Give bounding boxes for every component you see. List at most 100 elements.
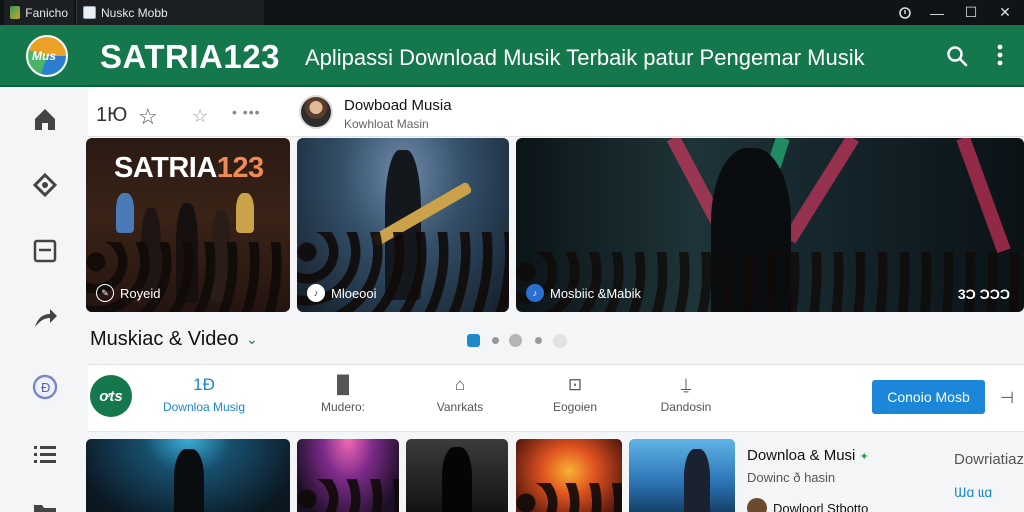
sidebar-item-home[interactable] [30,104,60,134]
window-tab-1[interactable]: Fanicho [4,0,74,25]
cta-button[interactable]: Conoio Mosb [872,380,985,414]
banner-caption-1: ✎ Royeid [96,284,160,302]
banner-title-main: SATRIA [114,152,217,184]
tab-mudero[interactable]: ▐▌ Mudero: [298,375,388,414]
stage-light [956,138,1011,254]
tab-label: Dandosin [660,400,712,414]
minimize-button[interactable]: — [922,0,952,25]
user-name: Dowloorl Stbotto [773,500,869,512]
banner-card-2[interactable]: ♪ Mloeooi [297,138,509,312]
tab-eogoien[interactable]: ⊡ Eogoien [530,375,620,414]
banner-caption-text: Royeid [120,285,161,301]
banner-caption-2: ♪ Mloeooi [307,284,377,302]
download-icon: 1Ð [193,375,215,394]
window-tab-2[interactable]: Nuskc Mobb [76,0,264,25]
maximize-icon: ☐ [964,4,978,20]
maximize-button[interactable]: ☐ [956,0,986,25]
pagination-dot-active[interactable] [467,334,480,347]
coin-icon: Ð [32,374,58,400]
tab-label: Vanrkats [436,400,484,414]
side-right-label[interactable]: Dowriatiaz [954,451,1024,468]
home-icon [35,109,55,130]
more-dots-icon[interactable]: • ••• [232,104,261,120]
channel-avatar[interactable]: ơts [90,375,132,417]
close-icon: ✕ [999,4,1011,20]
banner-card-3[interactable]: ♪ Mosbiic &Mabik 3Ɔ ƆƆƆ [516,138,1024,312]
profile-title[interactable]: Dowboad Musia [344,97,452,114]
banner-caption-text: Mosbiic &Mabik [550,285,642,301]
crowd-silhouette [297,479,399,512]
sidebar-item-share[interactable] [30,303,60,333]
tab-dandosin[interactable]: ⍊ Dandosin [641,375,731,414]
media-icon: ⊡ [567,375,583,394]
header-search-button[interactable] [946,45,968,72]
banner-caption-text: Mloeooi [331,285,377,301]
performer-figure [684,449,710,512]
slider-icon[interactable]: ⊣ [1000,388,1014,408]
title-bar: Fanicho Nuskc Mobb — ☐ ✕ [0,0,1024,25]
home-outline-icon: ⌂ [454,375,466,394]
more-menu-button[interactable] [996,43,1006,72]
side-card-title-text: Downloa & Musi [747,447,856,464]
sidebar-item-folder[interactable] [30,497,60,512]
kebab-menu-icon [997,44,1003,66]
document-tab-icon [83,6,96,19]
tab-vanrkats[interactable]: ⌂ Vanrkats [415,375,505,414]
sidebar-item-coins[interactable]: Ð [30,372,60,402]
side-card-subtitle: Dowinc ð hasin [747,470,836,485]
app-window: Fanicho Nuskc Mobb — ☐ ✕ Mus SATRIA123 A… [0,0,1024,512]
stage-light [783,138,859,244]
rating-star-icon[interactable]: ☆ [192,106,208,127]
chevron-down-icon[interactable]: ⌄ [246,331,258,348]
music-badge-icon: ♪ [526,284,544,302]
banner-caption-3: ♪ Mosbiic &Mabik [526,284,641,302]
pagination-dot[interactable] [509,334,522,347]
pagination-dot[interactable] [535,337,542,344]
pagination-dot[interactable] [492,337,499,344]
close-button[interactable]: ✕ [990,0,1020,25]
sidebar-item-explore[interactable] [30,170,60,200]
tab-label: Mudero: [320,400,366,414]
section-title[interactable]: Muskiac & Video [90,328,239,351]
brand-title: SATRIA123 [100,38,280,75]
thumbnail-3[interactable] [406,439,508,512]
side-card-title[interactable]: Downloa & Musi ✦ [747,447,869,464]
logo-text: Mus [32,49,56,63]
explore-icon [32,172,58,198]
share-icon [35,309,57,327]
toolbar-number[interactable]: 1Ю [96,104,127,127]
performer-figure [442,447,472,512]
favorite-star-icon[interactable]: ☆ [138,104,158,130]
search-icon [947,46,968,67]
sidebar-item-list[interactable] [30,440,60,470]
banner-card-1[interactable]: SATRIA123 ✎ Royeid [86,138,290,312]
app-tab-icon [10,6,21,19]
tab-download-music[interactable]: 1Ð Downloa Musig [159,375,249,414]
banner-title-accent: 123 [216,152,264,184]
tab-2-title: Nuskc Mobb [101,5,168,20]
profile-avatar[interactable] [299,95,333,129]
app-header: Mus SATRIA123 Aplipassi Download Musik T… [0,25,1024,87]
top-toolbar [88,87,1024,137]
search-icon [899,6,911,19]
sidebar-item-library[interactable] [30,236,60,266]
chart-icon: ▐▌ [330,375,356,394]
thumbnail-5[interactable] [629,439,735,512]
crowd-silhouette [516,483,622,512]
thumbnail-2[interactable] [297,439,399,512]
window-search-button[interactable] [890,0,920,25]
library-icon [33,239,57,263]
minimize-icon: — [930,4,944,21]
verified-leaf-icon: ✦ [859,451,869,463]
app-logo[interactable]: Mus [26,35,68,77]
list-icon [34,446,56,463]
thumbnail-1[interactable] [86,439,290,512]
side-card-user[interactable]: Dowloorl Stbotto [747,498,868,512]
banner-count: 3Ɔ ƆƆƆ [957,286,1010,302]
tab-label: Downloa Musig [162,400,246,414]
thumbnail-4[interactable] [516,439,622,512]
banner-title: SATRIA123 [114,152,264,185]
poster-image [236,193,254,233]
performer-figure [174,449,204,512]
pagination-dot[interactable] [553,334,567,348]
